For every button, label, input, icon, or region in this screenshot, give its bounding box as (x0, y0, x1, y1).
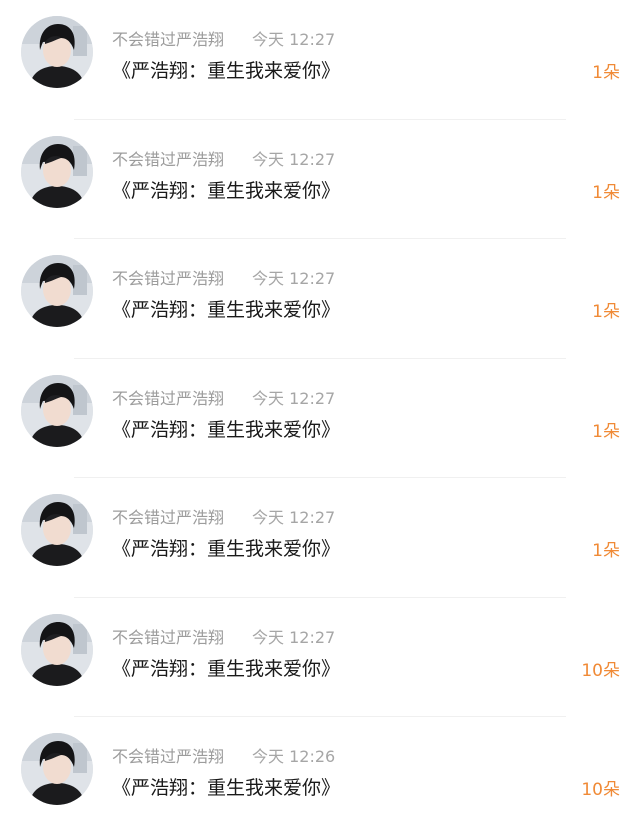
avatar-photo-icon (21, 494, 93, 566)
flower-count: 1朵 (592, 421, 620, 442)
avatar-photo-icon (21, 255, 93, 327)
work-title[interactable]: 《严浩翔：重生我来爱你》 (112, 773, 340, 800)
user-name[interactable]: 不会错过严浩翔 (112, 385, 224, 409)
list-item[interactable]: 不会错过严浩翔 今天 12:26 《严浩翔：重生我来爱你》 10朵 (0, 717, 640, 837)
list-item[interactable]: 不会错过严浩翔 今天 12:27 《严浩翔：重生我来爱你》 1朵 (0, 0, 640, 120)
flower-count: 1朵 (592, 541, 620, 561)
flower-count: 10朵 (581, 660, 620, 681)
avatar[interactable] (21, 16, 93, 88)
list-item[interactable]: 不会错过严浩翔 今天 12:27 《严浩翔：重生我来爱你》 10朵 (0, 598, 640, 717)
avatar-photo-icon (21, 733, 93, 805)
work-title[interactable]: 《严浩翔：重生我来爱你》 (112, 295, 340, 322)
timestamp: 今天 12:26 (252, 747, 336, 766)
user-name[interactable]: 不会错过严浩翔 (112, 265, 224, 289)
work-title[interactable]: 《严浩翔：重生我来爱你》 (112, 534, 340, 561)
timestamp: 今天 12:27 (252, 627, 336, 647)
work-title[interactable]: 《严浩翔：重生我来爱你》 (112, 654, 340, 681)
work-title[interactable]: 《严浩翔：重生我来爱你》 (112, 56, 340, 83)
avatar[interactable] (21, 494, 93, 566)
flower-count: 1朵 (592, 182, 620, 203)
list-item[interactable]: 不会错过严浩翔 今天 12:27 《严浩翔：重生我来爱你》 1朵 (0, 120, 640, 239)
avatar-photo-icon (21, 374, 93, 447)
list-item[interactable]: 不会错过严浩翔 今天 12:27 《严浩翔：重生我来爱你》 1朵 (0, 359, 640, 478)
list-item[interactable]: 不会错过严浩翔 今天 12:27 《严浩翔：重生我来爱你》 1朵 (0, 239, 640, 359)
flower-count: 1朵 (592, 63, 620, 83)
user-name[interactable]: 不会错过严浩翔 (112, 146, 224, 170)
timestamp: 今天 12:27 (252, 30, 336, 49)
avatar-photo-icon (21, 135, 93, 208)
avatar[interactable] (21, 374, 93, 447)
gift-record-list: 不会错过严浩翔 今天 12:27 《严浩翔：重生我来爱你》 1朵 不会错过严浩翔… (0, 0, 640, 837)
timestamp: 今天 12:27 (252, 388, 336, 408)
flower-count: 10朵 (581, 780, 620, 800)
avatar[interactable] (21, 255, 93, 327)
user-name[interactable]: 不会错过严浩翔 (112, 504, 224, 528)
avatar-photo-icon (21, 16, 93, 88)
user-name[interactable]: 不会错过严浩翔 (112, 624, 224, 648)
avatar[interactable] (21, 135, 93, 208)
timestamp: 今天 12:27 (252, 508, 336, 527)
flower-count: 1朵 (592, 302, 620, 322)
avatar[interactable] (21, 733, 93, 805)
work-title[interactable]: 《严浩翔：重生我来爱你》 (112, 415, 340, 442)
user-name[interactable]: 不会错过严浩翔 (112, 26, 224, 50)
avatar-photo-icon (21, 613, 93, 686)
timestamp: 今天 12:27 (252, 269, 336, 288)
user-name[interactable]: 不会错过严浩翔 (112, 743, 224, 767)
work-title[interactable]: 《严浩翔：重生我来爱你》 (112, 176, 340, 203)
list-item[interactable]: 不会错过严浩翔 今天 12:27 《严浩翔：重生我来爱你》 1朵 (0, 478, 640, 598)
avatar[interactable] (21, 613, 93, 686)
timestamp: 今天 12:27 (252, 149, 336, 169)
